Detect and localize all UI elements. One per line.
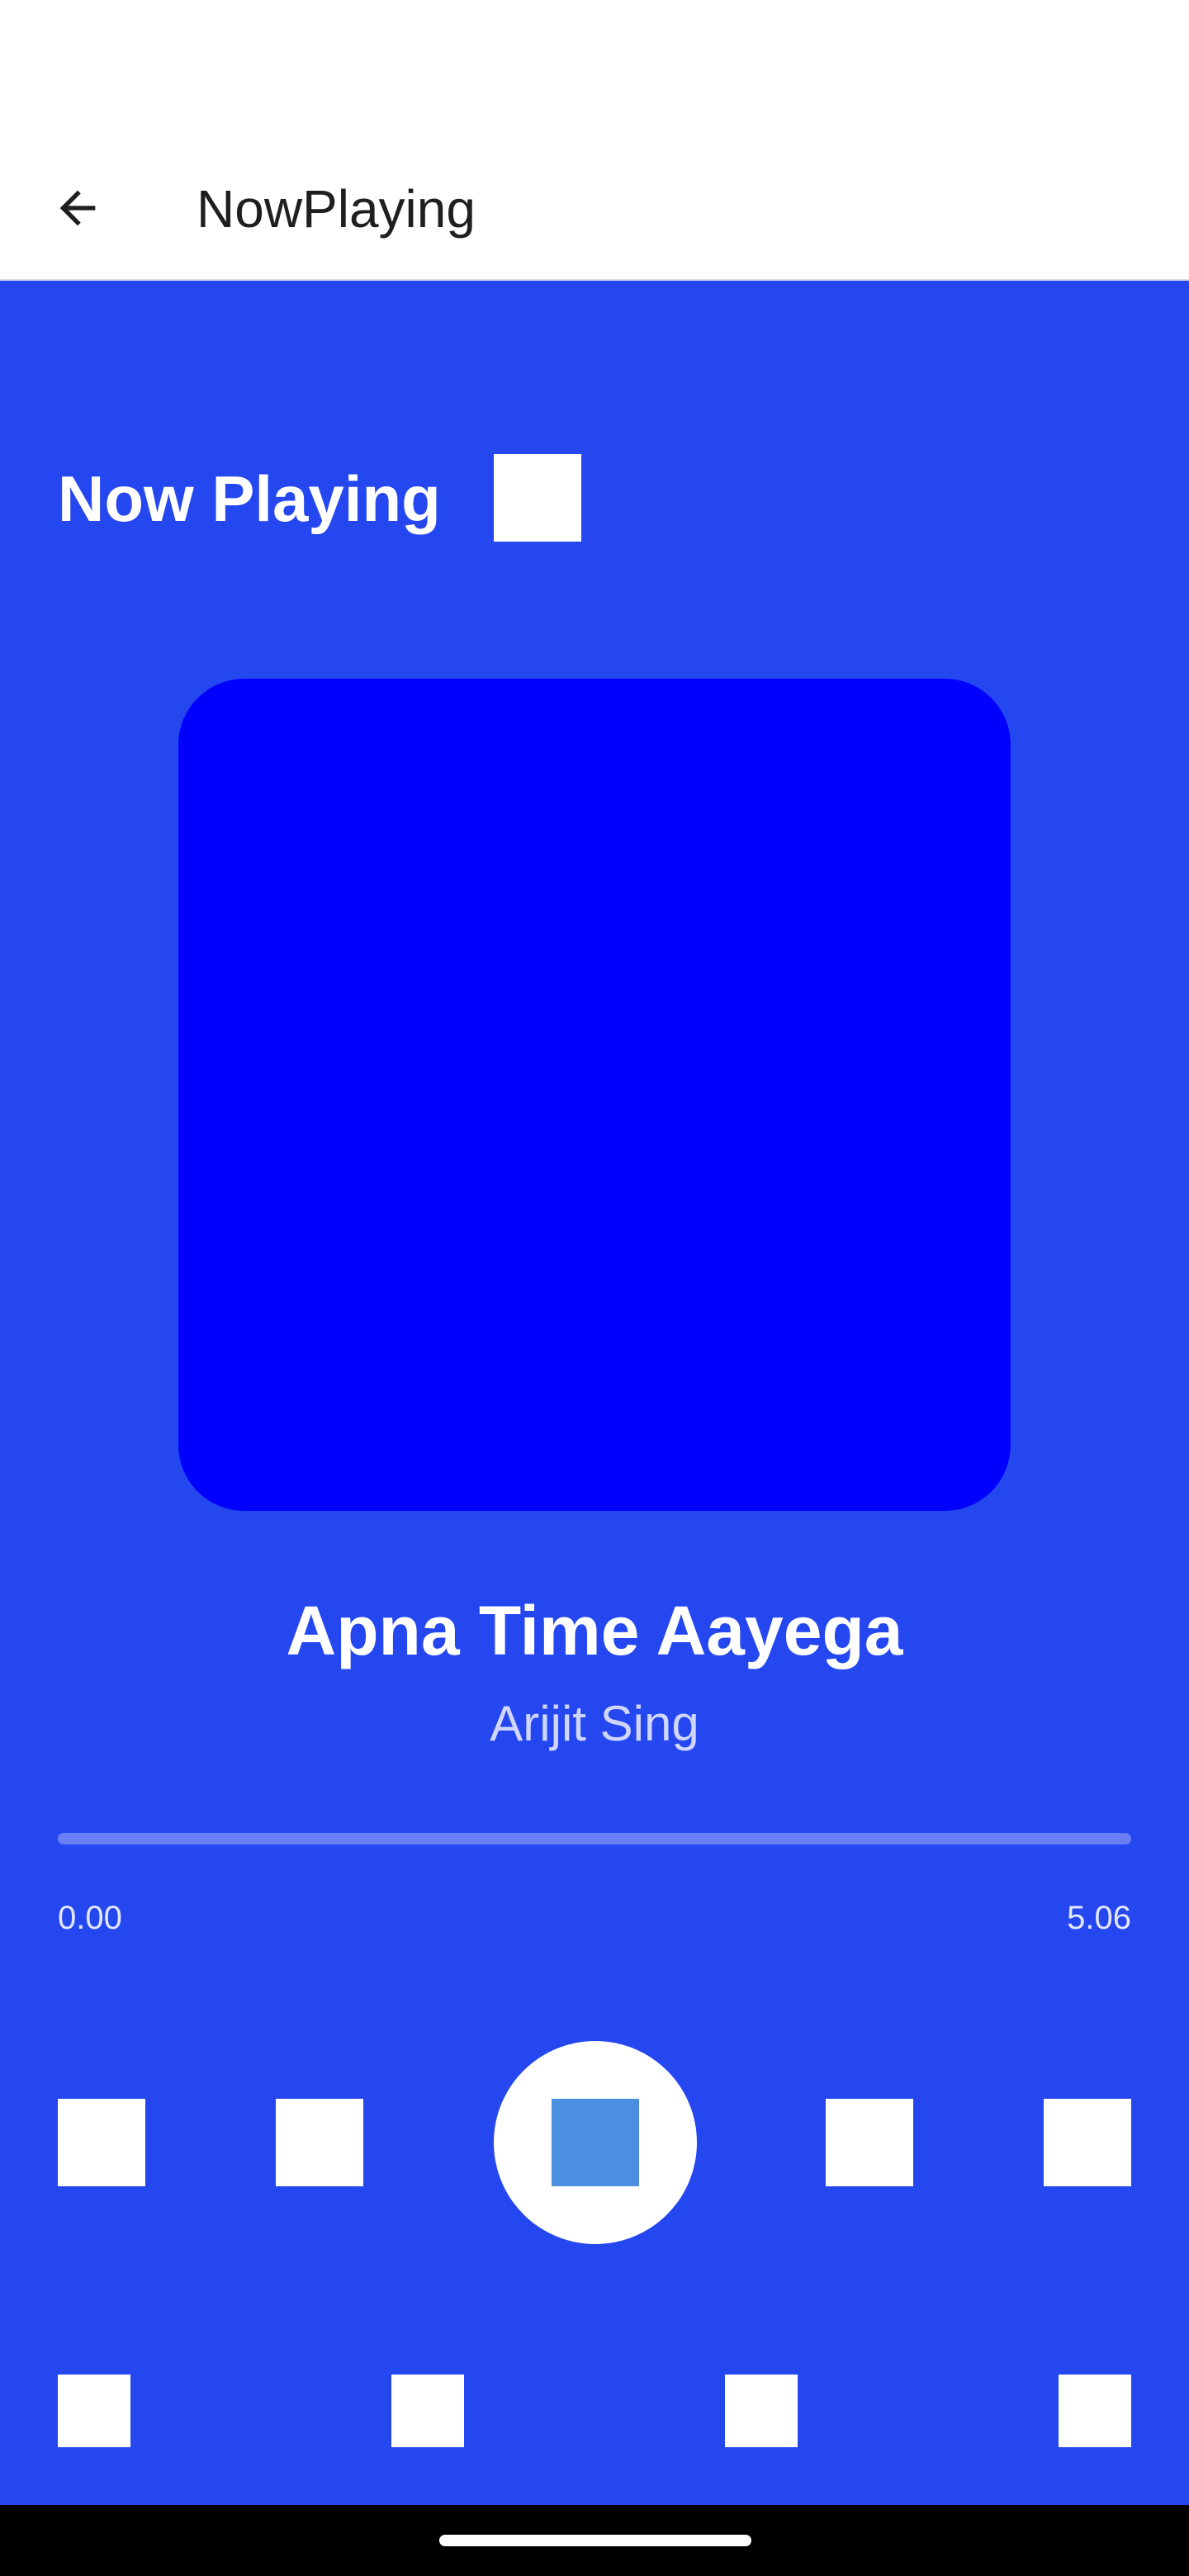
previous-icon[interactable] bbox=[276, 2099, 363, 2186]
shuffle-icon[interactable] bbox=[58, 2099, 145, 2186]
repeat-icon[interactable] bbox=[1044, 2099, 1131, 2186]
action-icon-3[interactable] bbox=[725, 2375, 798, 2447]
song-title: Apna Time Aayega bbox=[286, 1592, 903, 1669]
app-bar: NowPlaying bbox=[0, 140, 1189, 281]
artist-name: Arijit Sing bbox=[490, 1696, 699, 1751]
system-nav-bar bbox=[0, 2505, 1189, 2576]
action-icon-2[interactable] bbox=[391, 2375, 464, 2447]
seek-bar[interactable] bbox=[58, 1833, 1131, 1844]
action-icon-4[interactable] bbox=[1059, 2375, 1131, 2447]
play-icon bbox=[552, 2099, 639, 2186]
elapsed-time: 0.00 bbox=[58, 1900, 122, 1936]
status-bar bbox=[0, 0, 1189, 140]
arrow-back-icon bbox=[59, 190, 96, 226]
placeholder-icon[interactable] bbox=[494, 454, 581, 542]
home-indicator[interactable] bbox=[439, 2535, 751, 2546]
now-playing-heading: Now Playing bbox=[58, 462, 441, 535]
back-button[interactable] bbox=[43, 173, 112, 243]
now-playing-screen: Now Playing Apna Time Aayega Arijit Sing… bbox=[0, 281, 1189, 2505]
total-duration: 5.06 bbox=[1067, 1900, 1131, 1936]
app-bar-title: NowPlaying bbox=[197, 179, 476, 239]
action-icon-1[interactable] bbox=[58, 2375, 130, 2447]
play-button[interactable] bbox=[494, 2041, 697, 2244]
next-icon[interactable] bbox=[826, 2099, 913, 2186]
album-art bbox=[178, 679, 1011, 1511]
